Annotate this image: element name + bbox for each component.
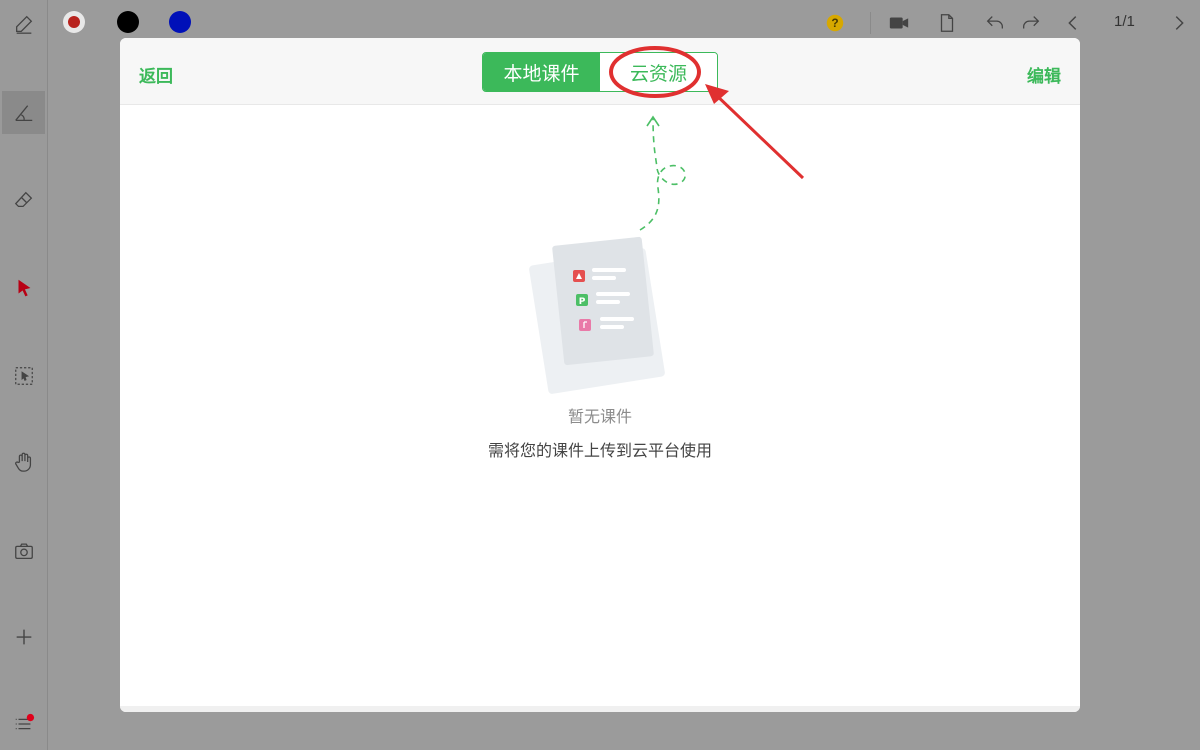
eraser-tool[interactable] xyxy=(2,178,45,221)
back-button[interactable]: 返回 xyxy=(139,62,173,87)
redo-button[interactable] xyxy=(1018,10,1044,36)
shapes-tool[interactable] xyxy=(2,91,45,134)
svg-text:P: P xyxy=(579,297,586,307)
left-toolbar xyxy=(0,0,48,750)
edit-button[interactable]: 编辑 xyxy=(1027,62,1061,87)
shapes-icon xyxy=(14,104,32,121)
menu-icon xyxy=(15,713,34,729)
page-indicator: 1/1 xyxy=(1114,13,1135,30)
document-icon xyxy=(940,14,954,32)
selection-tool[interactable] xyxy=(2,354,45,397)
undo-icon xyxy=(986,16,1003,29)
empty-state-title: 暂无课件 xyxy=(567,407,632,426)
prev-page-button[interactable] xyxy=(1060,10,1086,36)
eraser-icon xyxy=(14,191,32,207)
color-blue[interactable] xyxy=(169,11,191,33)
empty-state-description: 需将您的课件上传到云平台使用 xyxy=(487,441,712,460)
empty-documents-illustration: P xyxy=(529,115,686,394)
help-button[interactable]: ? xyxy=(822,10,848,36)
video-camera-icon xyxy=(889,17,909,29)
redo-icon xyxy=(1023,16,1040,29)
help-icon: ? xyxy=(826,14,844,32)
tab-cloud-resources[interactable]: 云资源 xyxy=(600,53,717,91)
next-page-button[interactable] xyxy=(1166,10,1192,36)
pointer-icon xyxy=(18,279,30,296)
menu-tool[interactable] xyxy=(2,702,45,745)
tab-local-courseware[interactable]: 本地课件 xyxy=(483,53,600,91)
pen-icon xyxy=(15,15,32,34)
camera-icon xyxy=(14,542,33,559)
color-black[interactable] xyxy=(117,11,139,33)
camera-tool[interactable] xyxy=(2,529,45,572)
pointer-tool[interactable] xyxy=(2,266,45,309)
dialog-header: 返回 本地课件 云资源 编辑 xyxy=(120,38,1080,105)
svg-text:?: ? xyxy=(831,16,838,30)
hand-tool[interactable] xyxy=(2,440,45,483)
chevron-left-icon xyxy=(1068,16,1077,30)
source-tabs: 本地课件 云资源 xyxy=(482,52,718,92)
add-tool[interactable] xyxy=(2,615,45,658)
dialog-footer xyxy=(120,706,1080,712)
undo-button[interactable] xyxy=(982,10,1008,36)
toolbar-divider xyxy=(870,12,871,34)
document-button[interactable] xyxy=(934,10,960,36)
plus-icon xyxy=(16,629,31,644)
courseware-dialog: 返回 本地课件 云资源 编辑 P 暂无课件 需将您的课件上传到云平台使用 xyxy=(120,38,1080,712)
video-button[interactable] xyxy=(886,10,912,36)
selection-icon xyxy=(14,366,33,385)
hand-icon xyxy=(14,452,31,472)
chevron-right-icon xyxy=(1175,16,1184,30)
pen-tool[interactable] xyxy=(2,2,45,45)
color-red[interactable] xyxy=(63,11,85,33)
